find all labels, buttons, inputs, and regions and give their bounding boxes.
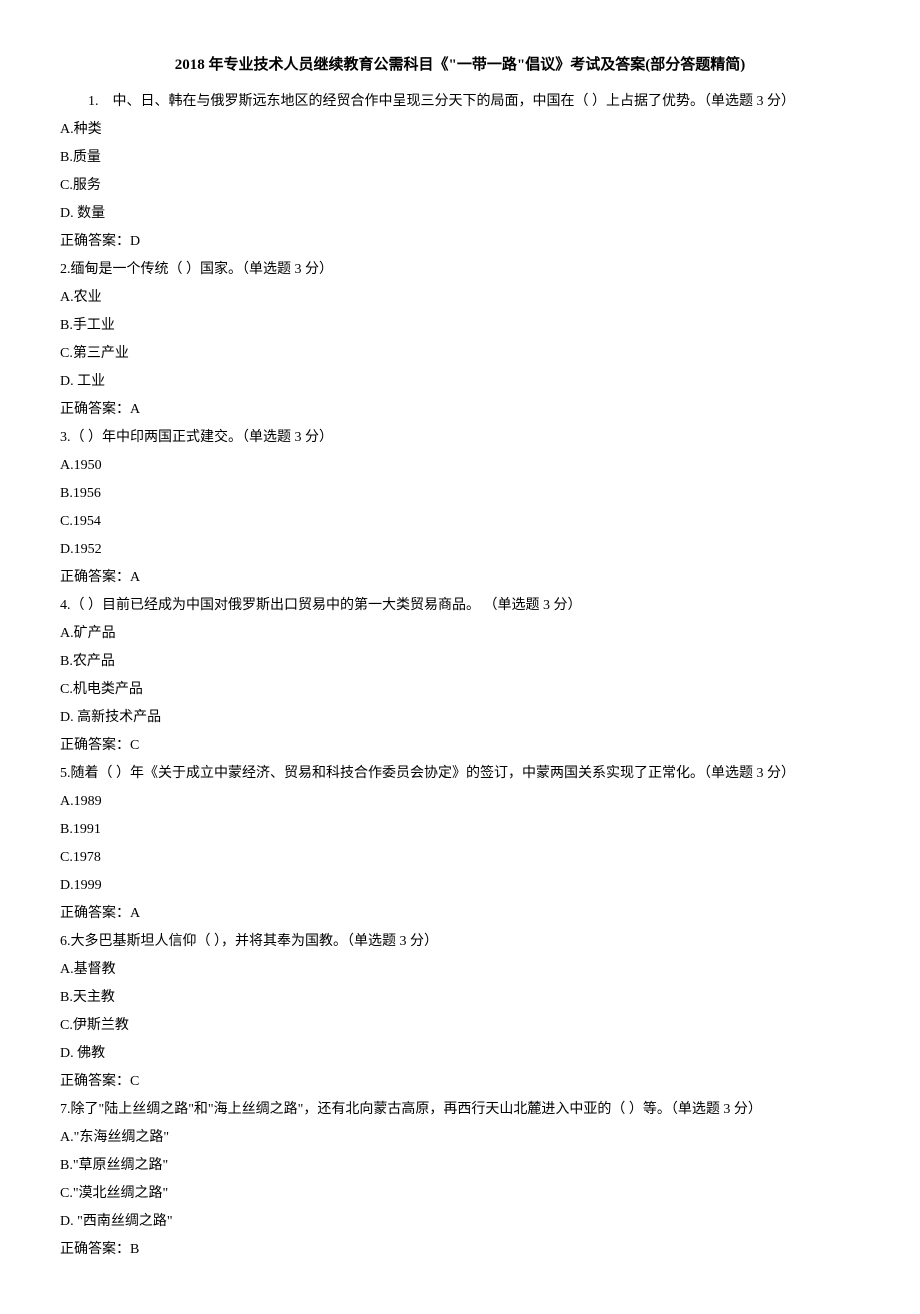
option: A.1989 (60, 788, 860, 816)
q-num: 5. (60, 766, 71, 781)
option: B.质量 (60, 144, 860, 172)
answer: 正确答案：D (60, 228, 860, 256)
option: A.1950 (60, 452, 860, 480)
option: D. "西南丝绸之路" (60, 1208, 860, 1236)
question-stem: 7.除了"陆上丝绸之路"和"海上丝绸之路"，还有北向蒙古高原，再西行天山北麓进入… (60, 1096, 860, 1124)
option: C."漠北丝绸之路" (60, 1180, 860, 1208)
option: D. 佛教 (60, 1040, 860, 1068)
option: A.矿产品 (60, 620, 860, 648)
option: C.机电类产品 (60, 676, 860, 704)
option: D.1952 (60, 536, 860, 564)
answer: 正确答案：A (60, 564, 860, 592)
question-stem: 2.缅甸是一个传统（ ）国家。（单选题 3 分） (60, 256, 860, 284)
q-text: 中、日、韩在与俄罗斯远东地区的经贸合作中呈现三分天下的局面，中国在（ ）上占据了… (113, 94, 796, 109)
q-text: （ ）目前已经成为中国对俄罗斯出口贸易中的第一大类贸易商品。 （单选题 3 分） (71, 598, 582, 613)
option: A.基督教 (60, 956, 860, 984)
option: B.农产品 (60, 648, 860, 676)
q-num: 4. (60, 598, 71, 613)
option: D. 高新技术产品 (60, 704, 860, 732)
answer: 正确答案：A (60, 396, 860, 424)
q-text: 除了"陆上丝绸之路"和"海上丝绸之路"，还有北向蒙古高原，再西行天山北麓进入中亚… (71, 1102, 762, 1117)
q-text: 大多巴基斯坦人信仰（ ），并将其奉为国教。（单选题 3 分） (71, 934, 439, 949)
q-num: 2. (60, 262, 71, 277)
option: D.1999 (60, 872, 860, 900)
option: C.1978 (60, 844, 860, 872)
answer: 正确答案：C (60, 732, 860, 760)
option: C.1954 (60, 508, 860, 536)
answer: 正确答案：C (60, 1068, 860, 1096)
option: C.第三产业 (60, 340, 860, 368)
option: B."草原丝绸之路" (60, 1152, 860, 1180)
question-stem: 4.（ ）目前已经成为中国对俄罗斯出口贸易中的第一大类贸易商品。 （单选题 3 … (60, 592, 860, 620)
q-num: 3. (60, 430, 71, 445)
q-num: 1. (88, 94, 99, 109)
q-num: 7. (60, 1102, 71, 1117)
question-stem: 5.随着（ ）年《关于成立中蒙经济、贸易和科技合作委员会协定》的签订，中蒙两国关… (60, 760, 860, 788)
option: D. 数量 (60, 200, 860, 228)
question-stem: 6.大多巴基斯坦人信仰（ ），并将其奉为国教。（单选题 3 分） (60, 928, 860, 956)
option: A."东海丝绸之路" (60, 1124, 860, 1152)
answer: 正确答案：B (60, 1236, 860, 1264)
option: B.1991 (60, 816, 860, 844)
option: B.1956 (60, 480, 860, 508)
question-stem: 1. 中、日、韩在与俄罗斯远东地区的经贸合作中呈现三分天下的局面，中国在（ ）上… (60, 88, 860, 116)
option: A.种类 (60, 116, 860, 144)
option: B.天主教 (60, 984, 860, 1012)
option: A.农业 (60, 284, 860, 312)
q-text: 随着（ ）年《关于成立中蒙经济、贸易和科技合作委员会协定》的签订，中蒙两国关系实… (71, 766, 796, 781)
option: C.伊斯兰教 (60, 1012, 860, 1040)
question-stem: 3.（ ）年中印两国正式建交。（单选题 3 分） (60, 424, 860, 452)
option: C.服务 (60, 172, 860, 200)
document-title: 2018 年专业技术人员继续教育公需科目《"一带一路"倡议》考试及答案(部分答题… (60, 50, 860, 80)
q-text: （ ）年中印两国正式建交。（单选题 3 分） (71, 430, 334, 445)
option: D. 工业 (60, 368, 860, 396)
q-text: 缅甸是一个传统（ ）国家。（单选题 3 分） (71, 262, 334, 277)
answer: 正确答案：A (60, 900, 860, 928)
option: B.手工业 (60, 312, 860, 340)
q-num: 6. (60, 934, 71, 949)
